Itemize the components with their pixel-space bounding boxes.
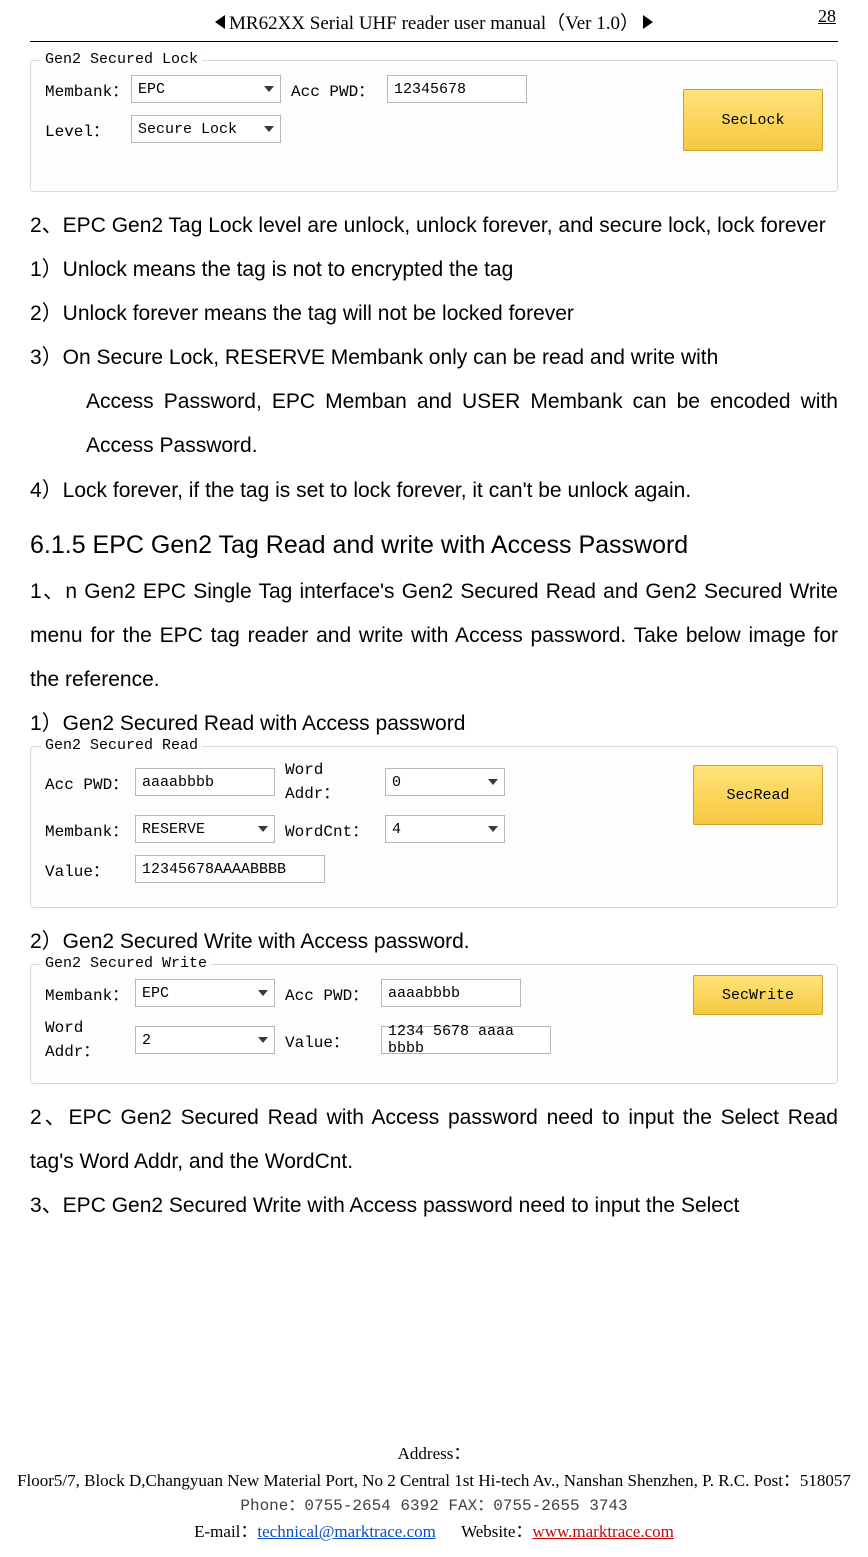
footer-contacts: E-mail：technical@marktrace.com Website：w…: [0, 1519, 868, 1545]
gen2-secured-lock-panel: Gen2 Secured Lock Membank： EPC Acc PWD： …: [30, 60, 838, 192]
membank-select[interactable]: EPC: [131, 75, 281, 103]
value-value: 12345678AAAABBBB: [142, 861, 286, 878]
list-item: 3）On Secure Lock, RESERVE Membank only c…: [30, 336, 838, 380]
accpwd-label: Acc PWD：: [285, 981, 381, 1005]
page-header: MR62XX Serial UHF reader user manual（Ver…: [30, 0, 838, 35]
accpwd-label: Acc PWD：: [291, 77, 387, 101]
panel-legend: Gen2 Secured Read: [41, 737, 202, 754]
membank-value: RESERVE: [142, 821, 205, 838]
wordaddr-label: Word Addr：: [45, 1019, 135, 1061]
list-item-continuation: Access Password, EPC Memban and USER Mem…: [30, 380, 838, 468]
footer-address: Floor5/7, Block D,Changyuan New Material…: [0, 1468, 868, 1494]
membank-value: EPC: [142, 985, 169, 1002]
paragraph: 3、EPC Gen2 Secured Write with Access pas…: [30, 1184, 838, 1228]
value-input[interactable]: 1234 5678 aaaa bbbb: [381, 1026, 551, 1054]
page-footer: Address： Floor5/7, Block D,Changyuan New…: [0, 1441, 868, 1545]
header-title: MR62XX Serial UHF reader user manual（Ver…: [229, 8, 639, 35]
wordcnt-value: 4: [392, 821, 401, 838]
accpwd-input[interactable]: 12345678: [387, 75, 527, 103]
triangle-left-icon: [215, 15, 225, 29]
footer-email-label: E-mail：: [194, 1522, 257, 1541]
paragraph: 2、EPC Gen2 Secured Read with Access pass…: [30, 1096, 838, 1184]
wordaddr-value: 0: [392, 774, 401, 791]
list-item: 4）Lock forever, if the tag is set to loc…: [30, 469, 838, 513]
accpwd-input[interactable]: aaaabbbb: [381, 979, 521, 1007]
wordaddr-value: 2: [142, 1032, 151, 1049]
membank-label: Membank：: [45, 77, 131, 101]
level-select[interactable]: Secure Lock: [131, 115, 281, 143]
list-item: 2）Unlock forever means the tag will not …: [30, 292, 838, 336]
header-rule: [30, 41, 838, 42]
secwrite-button[interactable]: SecWrite: [693, 975, 823, 1015]
wordaddr-label: Word Addr：: [285, 761, 385, 803]
footer-website-link[interactable]: www.marktrace.com: [532, 1522, 673, 1541]
accpwd-value: 12345678: [394, 81, 466, 98]
footer-address-label: Address：: [0, 1441, 868, 1467]
accpwd-value: aaaabbbb: [388, 985, 460, 1002]
membank-select[interactable]: RESERVE: [135, 815, 275, 843]
accpwd-input[interactable]: aaaabbbb: [135, 768, 275, 796]
paragraph: 2、EPC Gen2 Tag Lock level are unlock, un…: [30, 204, 838, 248]
triangle-right-icon: [643, 15, 653, 29]
level-value: Secure Lock: [138, 121, 237, 138]
secread-button-label: SecRead: [726, 787, 789, 804]
accpwd-value: aaaabbbb: [142, 774, 214, 791]
footer-website-label: Website：: [461, 1522, 532, 1541]
panel-legend: Gen2 Secured Lock: [41, 51, 202, 68]
value-value: 1234 5678 aaaa bbbb: [388, 1023, 544, 1057]
secread-button[interactable]: SecRead: [693, 765, 823, 825]
footer-phone-fax: Phone：0755-2654 6392 FAX：0755-2655 3743: [0, 1494, 868, 1519]
wordaddr-select[interactable]: 2: [135, 1026, 275, 1054]
value-input[interactable]: 12345678AAAABBBB: [135, 855, 325, 883]
seclock-button-label: SecLock: [721, 112, 784, 129]
wordcnt-select[interactable]: 4: [385, 815, 505, 843]
wordaddr-select[interactable]: 0: [385, 768, 505, 796]
membank-label: Membank：: [45, 817, 135, 841]
paragraph: 1、n Gen2 EPC Single Tag interface's Gen2…: [30, 570, 838, 702]
section-heading: 6.1.5 EPC Gen2 Tag Read and write with A…: [30, 531, 838, 560]
list-item: 1）Unlock means the tag is not to encrypt…: [30, 248, 838, 292]
footer-email-link[interactable]: technical@marktrace.com: [257, 1522, 435, 1541]
membank-label: Membank：: [45, 981, 135, 1005]
value-label: Value：: [285, 1028, 381, 1052]
membank-value: EPC: [138, 81, 165, 98]
panel-legend: Gen2 Secured Write: [41, 955, 211, 972]
wordcnt-label: WordCnt：: [285, 817, 385, 841]
seclock-button[interactable]: SecLock: [683, 89, 823, 151]
membank-select[interactable]: EPC: [135, 979, 275, 1007]
gen2-secured-read-panel: Gen2 Secured Read Acc PWD： aaaabbbb Word…: [30, 746, 838, 908]
secwrite-button-label: SecWrite: [722, 987, 794, 1004]
gen2-secured-write-panel: Gen2 Secured Write Membank： EPC Acc PWD：…: [30, 964, 838, 1084]
level-label: Level：: [45, 117, 131, 141]
page-number: 28: [818, 6, 836, 27]
accpwd-label: Acc PWD：: [45, 770, 135, 794]
value-label: Value：: [45, 857, 135, 881]
